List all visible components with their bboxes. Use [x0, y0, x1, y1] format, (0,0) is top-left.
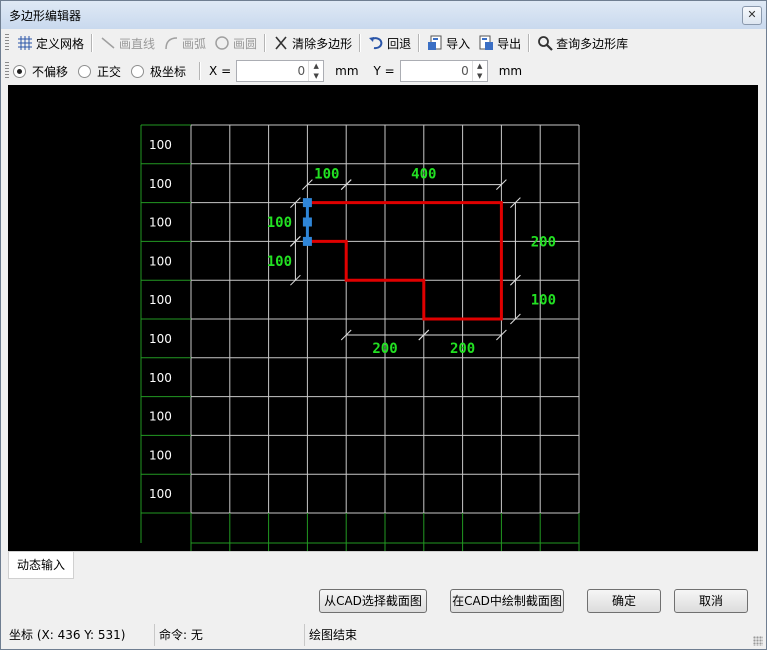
- selection-handle: [302, 217, 312, 227]
- row-label: 100: [149, 138, 172, 152]
- line-icon: [100, 35, 116, 51]
- radio-dot: [13, 64, 26, 78]
- toolbar-grip[interactable]: [5, 62, 9, 80]
- toolbar-separator: [91, 34, 94, 52]
- query-library-label: 查询多边形库: [556, 36, 629, 51]
- arc-icon: [163, 35, 179, 51]
- define-grid-label: 定义网格: [36, 36, 85, 51]
- selection-handle: [302, 236, 312, 246]
- snap-toolbar: 不偏移 正交 极坐标 X = 0 ▲ ▼ mm Y = 0 ▲ ▼ mm: [5, 59, 527, 83]
- x-label: X =: [209, 64, 232, 78]
- undo-button[interactable]: 回退: [364, 32, 415, 54]
- draw-circle-button[interactable]: 画圆: [210, 32, 261, 54]
- export-icon: [478, 35, 494, 51]
- y-label: Y =: [373, 64, 395, 78]
- dimension-label-top: 400: [411, 167, 436, 183]
- polygon-outline: [307, 201, 503, 321]
- draw-arc-label: 画弧: [182, 36, 207, 51]
- title-bar[interactable]: 多边形编辑器 ✕: [1, 1, 766, 29]
- radio-orthogonal[interactable]: 正交: [78, 63, 121, 80]
- x-unit: mm: [335, 64, 359, 78]
- radio-dot: [131, 64, 145, 78]
- select-from-cad-button[interactable]: 从CAD选择截面图: [319, 589, 427, 613]
- radio-label: 不偏移: [32, 64, 69, 79]
- x-icon: [273, 35, 289, 51]
- canvas-svg[interactable]: 100 100 100 100 100 100 100 100 100 100 100 100 100 1…: [8, 85, 758, 551]
- close-button[interactable]: ✕: [742, 6, 762, 25]
- draw-in-cad-button[interactable]: 在CAD中绘制截面图: [450, 589, 564, 613]
- selection-handle: [302, 198, 312, 208]
- draw-line-label: 画直线: [119, 36, 156, 51]
- radio-polar[interactable]: 极坐标: [131, 63, 186, 80]
- row-label: 100: [149, 216, 172, 230]
- up-arrow-icon[interactable]: ▲: [309, 61, 323, 71]
- dimension-label-right-lower: 100: [531, 293, 556, 309]
- dimension-label-right-upper: 200: [531, 234, 556, 250]
- grid-icon: [17, 35, 33, 51]
- row-label: 100: [149, 254, 172, 268]
- down-arrow-icon[interactable]: ▼: [309, 71, 323, 81]
- status-message: 绘图结束: [309, 628, 358, 642]
- down-arrow-icon[interactable]: ▼: [473, 71, 487, 81]
- row-label: 100: [149, 487, 172, 501]
- radio-label: 极坐标: [150, 64, 187, 79]
- status-command: 命令: 无: [155, 624, 305, 646]
- define-grid-button[interactable]: 定义网格: [13, 32, 88, 54]
- query-library-button[interactable]: 查询多边形库: [533, 32, 632, 54]
- x-input[interactable]: 0 ▲ ▼: [236, 60, 325, 82]
- row-label: 100: [149, 332, 172, 346]
- clear-polygon-button[interactable]: 清除多边形: [269, 32, 356, 54]
- clear-polygon-label: 清除多边形: [292, 36, 353, 51]
- y-input[interactable]: 0 ▲ ▼: [399, 60, 488, 82]
- export-label: 导出: [497, 36, 522, 51]
- dimension-label-bottom-right: 200: [450, 341, 475, 357]
- ok-button[interactable]: 确定: [587, 589, 661, 613]
- resize-grip[interactable]: [753, 636, 763, 646]
- radio-label: 正交: [97, 64, 122, 79]
- status-bar: 坐标 (X: 436 Y: 531) 命令: 无 绘图结束: [1, 622, 766, 649]
- x-value: 0: [297, 64, 306, 78]
- undo-label: 回退: [387, 36, 412, 51]
- tab-bar: 动态输入: [8, 551, 758, 580]
- dimension-label-top-left: 100: [314, 167, 339, 183]
- dimension-label-bottom-left: 200: [372, 341, 397, 357]
- row-label: 100: [149, 177, 172, 191]
- x-spin-arrows[interactable]: ▲ ▼: [308, 61, 323, 81]
- export-button[interactable]: 导出: [474, 32, 525, 54]
- magnifier-icon: [537, 35, 553, 51]
- polygon-editor-window: 多边形编辑器 ✕ 定义网格 画直线 画弧 画圆 清除多边形 回退 导入 导出 查…: [0, 0, 767, 650]
- row-label: 100: [149, 410, 172, 424]
- row-label: 100: [149, 448, 172, 462]
- draw-arc-button[interactable]: 画弧: [159, 32, 210, 54]
- undo-icon: [368, 35, 384, 51]
- toolbar-separator: [359, 34, 362, 52]
- toolbar-separator: [528, 34, 531, 52]
- import-label: 导入: [446, 36, 471, 51]
- y-value: 0: [461, 64, 469, 78]
- dimension-label-left-upper: 100: [267, 215, 292, 231]
- row-label: 100: [149, 371, 172, 385]
- toolbar-separator: [199, 62, 202, 80]
- tab-dynamic-input[interactable]: 动态输入: [8, 552, 75, 579]
- up-arrow-icon[interactable]: ▲: [473, 61, 487, 71]
- cancel-button[interactable]: 取消: [674, 589, 748, 613]
- import-button[interactable]: 导入: [423, 32, 474, 54]
- draw-line-button[interactable]: 画直线: [96, 32, 159, 54]
- toolbar-separator: [418, 34, 421, 52]
- window-title: 多边形编辑器: [9, 9, 82, 23]
- radio-no-offset[interactable]: 不偏移: [13, 63, 68, 80]
- y-unit: mm: [498, 64, 523, 78]
- draw-circle-label: 画圆: [233, 36, 258, 51]
- toolbar-separator: [264, 34, 267, 52]
- import-icon: [427, 35, 443, 51]
- status-coords: 坐标 (X: 436 Y: 531): [5, 624, 155, 646]
- circle-icon: [214, 35, 230, 51]
- radio-dot: [78, 64, 92, 78]
- drawing-canvas[interactable]: 100 100 100 100 100 100 100 100 100 100 100 100 100 1…: [8, 85, 758, 551]
- toolbar-grip[interactable]: [5, 34, 9, 52]
- main-toolbar: 定义网格 画直线 画弧 画圆 清除多边形 回退 导入 导出 查询多边形库: [5, 31, 632, 55]
- row-label: 100: [149, 293, 172, 307]
- y-spin-arrows[interactable]: ▲ ▼: [471, 61, 487, 81]
- dimension-label-left-lower: 100: [267, 254, 292, 270]
